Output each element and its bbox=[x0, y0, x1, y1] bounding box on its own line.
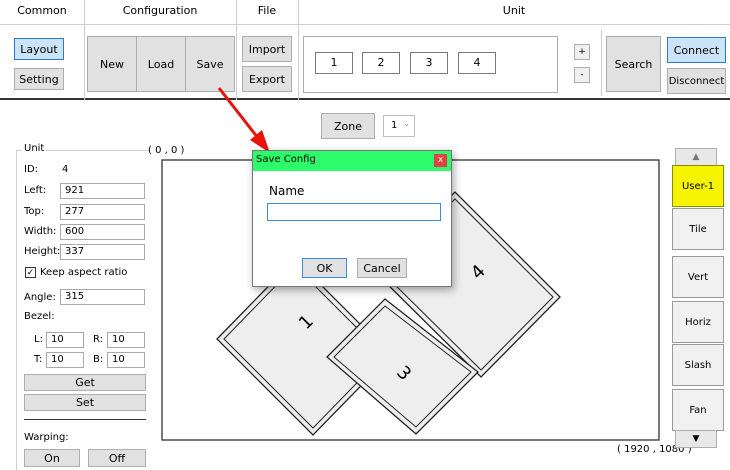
preset-horiz-button[interactable]: Horiz bbox=[672, 301, 724, 343]
preset-user-1-button[interactable]: User-1 bbox=[672, 165, 724, 207]
dialog-cancel-button[interactable]: Cancel bbox=[357, 258, 407, 278]
preset-tile-button[interactable]: Tile bbox=[672, 208, 724, 250]
save-config-dialog: Save Config x Name OK Cancel bbox=[252, 150, 452, 287]
dialog-title: Save Config bbox=[256, 154, 316, 165]
dialog-name-input[interactable] bbox=[267, 203, 441, 221]
scroll-down-button[interactable]: ▼ bbox=[675, 430, 717, 448]
dialog-title-bar: Save Config x bbox=[253, 151, 451, 171]
red-arrow-shaft bbox=[217, 87, 260, 139]
dialog-ok-button[interactable]: OK bbox=[302, 258, 347, 278]
scroll-up-button[interactable]: ▲ bbox=[675, 148, 717, 166]
preset-fan-button[interactable]: Fan bbox=[672, 389, 724, 431]
dialog-name-label: Name bbox=[269, 184, 305, 198]
preset-slash-button[interactable]: Slash bbox=[672, 344, 724, 386]
preset-vert-button[interactable]: Vert bbox=[672, 256, 724, 298]
close-icon[interactable]: x bbox=[434, 154, 447, 167]
